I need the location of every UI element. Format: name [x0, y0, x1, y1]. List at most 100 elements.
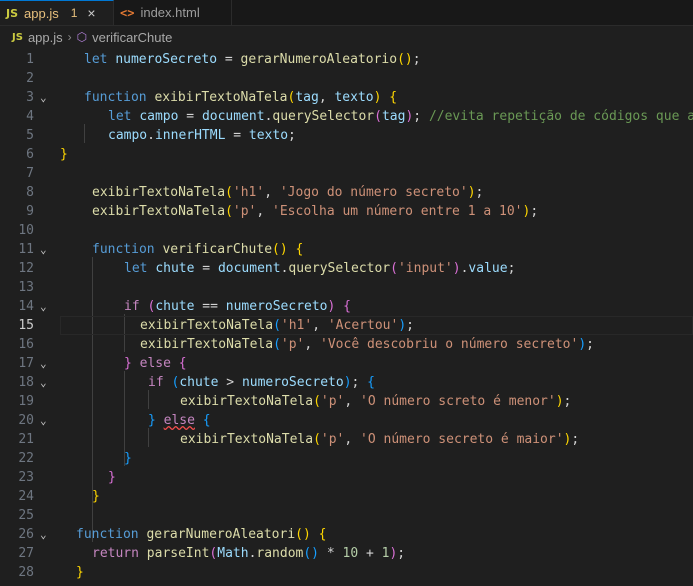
fold-chevron-icon[interactable]: ⌄ — [40, 373, 47, 392]
line-number: 7 — [26, 166, 34, 181]
code-token: function — [76, 527, 139, 542]
fold-chevron-icon[interactable]: ⌄ — [40, 88, 47, 107]
code-token: 'p' — [320, 432, 345, 447]
line-number: 1 — [26, 52, 34, 67]
code-token: 10 — [342, 546, 359, 561]
symbol-method-icon: ⬡ — [76, 30, 88, 44]
fold-chevron-icon[interactable]: ⌄ — [40, 297, 47, 316]
code-line[interactable]: 3 ⌄ function exibirTextoNaTela(tag, texto)… — [0, 88, 693, 107]
code-editor[interactable]: 1 let numeroSecreto = gerarNumeroAleatori… — [0, 48, 693, 586]
code-line[interactable]: 7 — [0, 164, 693, 183]
code-line[interactable]: 24} — [0, 487, 693, 506]
code-line[interactable]: 2 — [0, 69, 693, 88]
line-number: 24 — [18, 489, 34, 504]
code-text: } — [60, 145, 68, 164]
code-token: ) — [555, 394, 564, 409]
code-token: verificarChute — [162, 242, 273, 257]
code-token: 'h1' — [232, 185, 265, 200]
code-token: ; — [475, 185, 484, 200]
html-file-icon: <> — [120, 5, 135, 20]
code-token: let — [124, 261, 148, 276]
code-token: document — [217, 261, 281, 276]
problems-count-badge: 1 — [70, 6, 78, 20]
code-line[interactable]: 13 — [0, 278, 693, 297]
code-line[interactable]: 18 ⌄ if (chute > numeroSecreto); { — [0, 373, 693, 392]
code-line[interactable]: 12 let chute = document.querySelector('in… — [0, 259, 693, 278]
code-token: () — [397, 52, 413, 67]
code-text: } — [76, 563, 84, 582]
code-token: exibirTextoNaTela — [92, 204, 226, 219]
code-token: { — [367, 375, 375, 390]
code-token: numeroSecreto — [115, 52, 218, 67]
code-line[interactable]: 1 let numeroSecreto = gerarNumeroAleatori… — [0, 50, 693, 69]
code-line[interactable]: 8 exibirTextoNaTela('h1', 'Jogo do número… — [0, 183, 693, 202]
code-token: { — [295, 242, 304, 257]
code-token: campo — [108, 128, 148, 143]
code-token: } — [124, 451, 132, 466]
code-token: ) — [578, 337, 587, 352]
code-token: 'p' — [320, 394, 345, 409]
code-token: ( — [225, 204, 233, 219]
code-line[interactable]: 15 exibirTextoNaTela('h1', 'Acertou'); — [0, 316, 693, 335]
code-token: , — [304, 337, 321, 352]
code-text: exibirTextoNaTela('p', 'Escolha um númer… — [92, 202, 538, 221]
code-line[interactable]: 17 ⌄} else { — [0, 354, 693, 373]
code-line[interactable]: 21 exibirTextoNaTela('p', 'O número secre… — [0, 430, 693, 449]
code-line[interactable]: 10 — [0, 221, 693, 240]
code-line[interactable]: 5 campo.innerHTML = texto; — [0, 126, 693, 145]
tab-label: index.html — [140, 5, 200, 20]
breadcrumb-symbol[interactable]: verificarChute — [92, 30, 172, 45]
code-token: > — [218, 375, 242, 390]
code-token: ; — [412, 52, 421, 67]
code-token: ( — [374, 109, 382, 124]
code-line[interactable]: 6} — [0, 145, 693, 164]
code-line[interactable]: 26 ⌄ function gerarNumeroAleatori() { — [0, 525, 693, 544]
javascript-file-icon: JS — [6, 6, 19, 20]
fold-chevron-icon[interactable]: ⌄ — [40, 411, 47, 430]
tab-app-js[interactable]: JS app.js 1 × — [0, 0, 114, 25]
code-token: , — [256, 204, 273, 219]
line-number: 26 — [18, 527, 34, 542]
code-token: innerHTML — [154, 128, 226, 143]
code-token: if — [124, 299, 140, 314]
code-line[interactable]: 20 ⌄} else { — [0, 411, 693, 430]
code-line[interactable]: 19 exibirTextoNaTela('p', 'O número scret… — [0, 392, 693, 411]
code-token: 'O número secreto é maior' — [360, 432, 564, 447]
code-line[interactable]: 27 return parseInt(Math.random() * 10 + 1… — [0, 544, 693, 563]
code-text: exibirTextoNaTela('h1', 'Acertou'); — [140, 316, 414, 335]
code-token: = — [178, 109, 202, 124]
close-icon[interactable]: × — [87, 5, 95, 21]
fold-chevron-icon[interactable]: ⌄ — [40, 354, 47, 373]
code-token: ; — [507, 261, 516, 276]
line-number: 13 — [18, 280, 34, 295]
code-line[interactable]: 9 exibirTextoNaTela('p', 'Escolha um núme… — [0, 202, 693, 221]
code-token: = — [225, 128, 249, 143]
code-line[interactable]: 16 exibirTextoNaTela('p', 'Você descobriu… — [0, 335, 693, 354]
fold-chevron-icon[interactable]: ⌄ — [40, 525, 47, 544]
breadcrumb-file[interactable]: app.js — [28, 30, 63, 45]
code-line[interactable]: 23} — [0, 468, 693, 487]
code-token: , — [318, 90, 335, 105]
code-line[interactable]: 4 let campo = document.querySelector(tag)… — [0, 107, 693, 126]
code-token: 'h1' — [280, 318, 313, 333]
code-text: function gerarNumeroAleatori() { — [76, 525, 326, 544]
code-token: 'O número screto é menor' — [360, 394, 556, 409]
fold-chevron-icon[interactable]: ⌄ — [40, 240, 47, 259]
code-line[interactable]: 11 ⌄ function verificarChute() { — [0, 240, 693, 259]
code-token: 'input' — [397, 261, 453, 276]
code-token: numeroSecreto — [225, 299, 328, 314]
code-line[interactable]: 28} — [0, 563, 693, 582]
code-token: else — [163, 413, 195, 428]
code-line[interactable]: 14 ⌄ if (chute == numeroSecreto) { — [0, 297, 693, 316]
code-line[interactable]: 25 — [0, 506, 693, 525]
tab-index-html[interactable]: <> index.html — [114, 0, 232, 25]
code-line[interactable]: 22} — [0, 449, 693, 468]
code-token: 'Escolha um número entre 1 a 10' — [272, 204, 523, 219]
line-number: 25 — [18, 508, 34, 523]
code-text: } else { — [148, 411, 211, 430]
line-number: 18 — [18, 375, 34, 390]
code-token: parseInt — [146, 546, 210, 561]
